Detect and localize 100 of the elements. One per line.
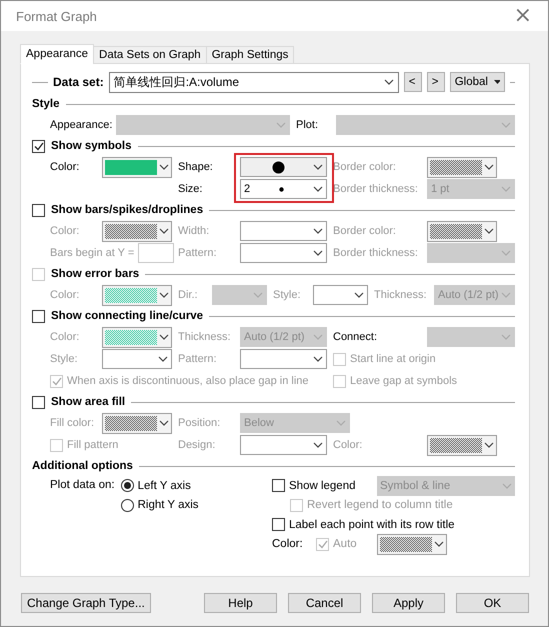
field-label: Color: bbox=[333, 439, 362, 451]
color-picker[interactable] bbox=[102, 412, 172, 434]
section-title: Show bars/spikes/droplines bbox=[51, 204, 204, 216]
field-label: Color: bbox=[272, 538, 304, 550]
dataset-label: Data set: bbox=[53, 75, 104, 89]
dialog-button[interactable]: Change Graph Type... bbox=[21, 593, 151, 613]
field-label: Size: bbox=[178, 183, 202, 195]
field-label: Color: bbox=[50, 289, 80, 301]
next-button[interactable]: > bbox=[426, 72, 445, 92]
chevron-icon bbox=[313, 186, 323, 192]
field-label: Plot: bbox=[296, 119, 318, 131]
checkbox-label: When axis is discontinuous, also place gap in line bbox=[67, 375, 309, 387]
section-title: Additional options bbox=[32, 460, 133, 472]
dialog-button[interactable]: Help bbox=[204, 593, 277, 613]
field-label: Color: bbox=[50, 331, 80, 343]
field-label: Style: bbox=[50, 353, 78, 365]
color-picker[interactable] bbox=[427, 156, 497, 178]
chevron-icon bbox=[253, 292, 263, 298]
radio-label: Right Y axis bbox=[138, 499, 199, 512]
checkbox[interactable] bbox=[272, 518, 285, 532]
chevron-icon bbox=[336, 420, 346, 426]
checkbox[interactable] bbox=[32, 396, 45, 408]
field-label: Dir.: bbox=[178, 289, 198, 301]
checkbox[interactable] bbox=[32, 204, 45, 216]
chevron-icon bbox=[159, 334, 169, 340]
field-label: Position: bbox=[178, 417, 220, 429]
field-label: Border color: bbox=[333, 161, 396, 173]
checkbox[interactable] bbox=[32, 310, 45, 322]
chevron-icon bbox=[313, 442, 323, 448]
checkbox-label: Show legend bbox=[289, 480, 356, 492]
section-title: Style bbox=[32, 98, 60, 110]
dropdown[interactable]: 2 bbox=[240, 179, 327, 199]
chevron-icon bbox=[384, 79, 394, 85]
color-picker[interactable] bbox=[427, 434, 497, 456]
radio-label: Left Y axis bbox=[138, 480, 191, 492]
field-label: Connect: bbox=[333, 331, 378, 343]
tab[interactable]: Graph Settings bbox=[206, 46, 294, 64]
field-label: Width: bbox=[178, 225, 210, 237]
section-title: Show connecting line/curve bbox=[51, 310, 204, 322]
dataset-dropdown[interactable]: 简单线性回归:A:volume bbox=[108, 72, 399, 92]
chevron-icon bbox=[484, 442, 494, 448]
field-label: Plot data on: bbox=[50, 478, 115, 493]
chevron-icon bbox=[354, 292, 364, 298]
chevron-icon bbox=[159, 292, 169, 298]
checkbox-label: Revert legend to column title bbox=[307, 499, 453, 512]
chevron-icon bbox=[159, 164, 169, 170]
field-label: Pattern: bbox=[178, 353, 217, 365]
color-picker[interactable] bbox=[102, 284, 172, 306]
field-label: Color: bbox=[50, 161, 80, 173]
tab[interactable]: Appearance bbox=[20, 44, 94, 64]
chevron-icon bbox=[501, 250, 511, 256]
previous-button[interactable]: < bbox=[404, 72, 422, 92]
chevron-icon bbox=[313, 334, 323, 340]
radio-button[interactable] bbox=[120, 479, 134, 492]
chevron-icon bbox=[434, 541, 444, 548]
window-title: Format Graph bbox=[16, 8, 97, 24]
chevron-icon bbox=[313, 228, 323, 234]
field-label: Pattern: bbox=[178, 247, 217, 259]
checkbox-label: Leave gap at symbols bbox=[350, 375, 458, 387]
circle-icon bbox=[272, 160, 285, 174]
field-label: Design: bbox=[178, 439, 216, 451]
caret-icon bbox=[494, 80, 500, 84]
section-title: Show error bars bbox=[51, 268, 140, 280]
color-picker[interactable] bbox=[102, 156, 172, 178]
field-label: Color: bbox=[50, 225, 80, 237]
checkbox-label: Label each point with its row title bbox=[289, 518, 455, 531]
dialog-button[interactable]: Apply bbox=[372, 593, 445, 613]
dialog-button[interactable]: OK bbox=[456, 593, 529, 613]
color-picker[interactable] bbox=[102, 220, 172, 242]
chevron-icon bbox=[313, 164, 323, 170]
field-label: Border thickness: bbox=[333, 247, 418, 259]
checkbox-label: Fill pattern bbox=[67, 439, 118, 451]
checkbox[interactable] bbox=[272, 479, 285, 492]
scope-button[interactable]: Global bbox=[450, 72, 505, 92]
color-picker[interactable] bbox=[102, 326, 172, 348]
chevron-icon bbox=[501, 334, 511, 340]
checkbox-label: Start line at origin bbox=[350, 353, 436, 365]
dialog-button[interactable]: Cancel bbox=[288, 593, 361, 613]
tab[interactable]: Data Sets on Graph bbox=[93, 46, 207, 64]
chevron-icon bbox=[276, 122, 286, 128]
chevron-icon bbox=[502, 482, 512, 489]
chevron-icon bbox=[159, 228, 169, 234]
chevron-icon bbox=[501, 292, 511, 298]
color-picker[interactable] bbox=[376, 534, 447, 555]
field-label: Thickness: bbox=[374, 289, 427, 301]
radio-button[interactable] bbox=[120, 498, 134, 512]
field-label: Thickness: bbox=[178, 331, 231, 343]
checkbox-label: Auto bbox=[333, 538, 357, 550]
checkbox[interactable] bbox=[32, 140, 45, 152]
field-label: Border thickness: bbox=[333, 183, 418, 195]
chevron-icon bbox=[313, 356, 323, 362]
color-picker[interactable] bbox=[427, 220, 497, 242]
input-field[interactable] bbox=[138, 243, 174, 263]
chevron-icon bbox=[313, 250, 323, 256]
field-label: Border color: bbox=[333, 225, 396, 237]
field-label: Bars begin at Y = bbox=[50, 247, 134, 259]
field-label: Shape: bbox=[178, 161, 213, 173]
close-button[interactable]: × bbox=[508, 5, 538, 27]
dropdown[interactable] bbox=[240, 157, 327, 177]
field-label: Appearance: bbox=[50, 119, 112, 131]
